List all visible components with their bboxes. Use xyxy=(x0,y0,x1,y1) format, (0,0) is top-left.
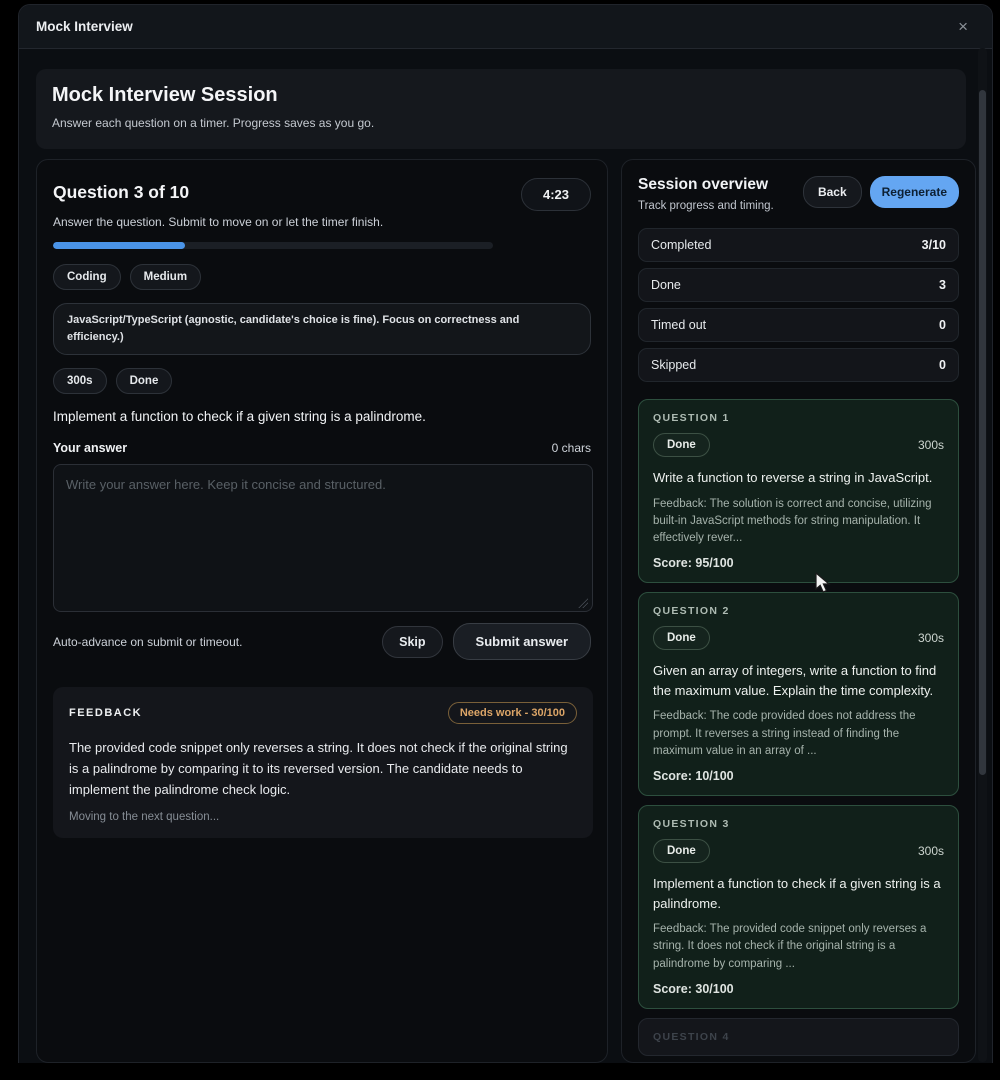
regenerate-button[interactable]: Regenerate xyxy=(870,176,959,208)
question-text: Implement a function to check if a given… xyxy=(53,409,591,424)
modal-titlebar: Mock Interview × xyxy=(19,5,992,49)
overview-subtitle: Track progress and timing. xyxy=(638,200,774,212)
score-badge: Needs work - 30/100 xyxy=(448,702,577,724)
feedback-footer: Moving to the next question... xyxy=(69,811,577,823)
status-badge: Done xyxy=(653,839,710,863)
question-card-3[interactable]: QUESTION 3 Done 300s Implement a functio… xyxy=(638,805,959,1009)
session-header-card: Mock Interview Session Answer each quest… xyxy=(36,69,966,149)
scrollbar-thumb[interactable] xyxy=(979,90,986,775)
modal-body: Mock Interview Session Answer each quest… xyxy=(19,50,992,1063)
stat-row-timed-out: Timed out 0 xyxy=(638,308,959,342)
progress-bar-fill xyxy=(53,242,185,249)
question-progress-title: Question 3 of 10 xyxy=(53,178,189,203)
submit-answer-button[interactable]: Submit answer xyxy=(453,623,591,660)
answer-textarea[interactable] xyxy=(53,464,593,612)
page-subtitle: Answer each question on a timer. Progres… xyxy=(52,116,950,130)
answer-label: Your answer xyxy=(53,441,127,455)
difficulty-chip: Medium xyxy=(130,264,201,290)
modal-title: Mock Interview xyxy=(36,19,133,34)
stat-row-completed: Completed 3/10 xyxy=(638,228,959,262)
question-history-list: QUESTION 1 Done 300s Write a function to… xyxy=(638,399,959,1056)
back-button[interactable]: Back xyxy=(803,176,862,208)
resize-handle-icon[interactable] xyxy=(578,598,588,608)
close-icon[interactable]: × xyxy=(954,14,972,39)
skip-button[interactable]: Skip xyxy=(382,626,442,658)
question-note: JavaScript/TypeScript (agnostic, candida… xyxy=(53,303,591,355)
mock-interview-modal: Mock Interview × Mock Interview Session … xyxy=(18,4,993,1063)
overview-title: Session overview xyxy=(638,176,774,194)
stat-row-done: Done 3 xyxy=(638,268,959,302)
feedback-body: The provided code snippet only reverses … xyxy=(69,738,577,800)
timer-badge: 4:23 xyxy=(521,178,591,211)
feedback-card: FEEDBACK Needs work - 30/100 The provide… xyxy=(53,687,593,838)
status-badge: Done xyxy=(653,626,710,650)
status-badge: Done xyxy=(653,433,710,457)
page-title: Mock Interview Session xyxy=(52,84,950,107)
stat-row-skipped: Skipped 0 xyxy=(638,348,959,382)
status-chip: Done xyxy=(116,368,173,394)
category-chip: Coding xyxy=(53,264,121,290)
question-card-4[interactable]: QUESTION 4 xyxy=(638,1018,959,1056)
auto-advance-note: Auto-advance on submit or timeout. xyxy=(53,635,242,649)
mouse-cursor-icon xyxy=(815,572,832,594)
char-count: 0 chars xyxy=(552,441,591,455)
session-stats: Completed 3/10 Done 3 Timed out 0 Skippe… xyxy=(638,228,959,382)
question-card-2[interactable]: QUESTION 2 Done 300s Given an array of i… xyxy=(638,592,959,796)
feedback-label: FEEDBACK xyxy=(69,707,142,719)
session-overview-panel: Session overview Track progress and timi… xyxy=(621,159,976,1063)
question-card-1[interactable]: QUESTION 1 Done 300s Write a function to… xyxy=(638,399,959,583)
progress-bar xyxy=(53,242,493,249)
question-instructions: Answer the question. Submit to move on o… xyxy=(53,215,591,229)
question-panel: Question 3 of 10 4:23 Answer the questio… xyxy=(36,159,608,1063)
duration-chip: 300s xyxy=(53,368,107,394)
